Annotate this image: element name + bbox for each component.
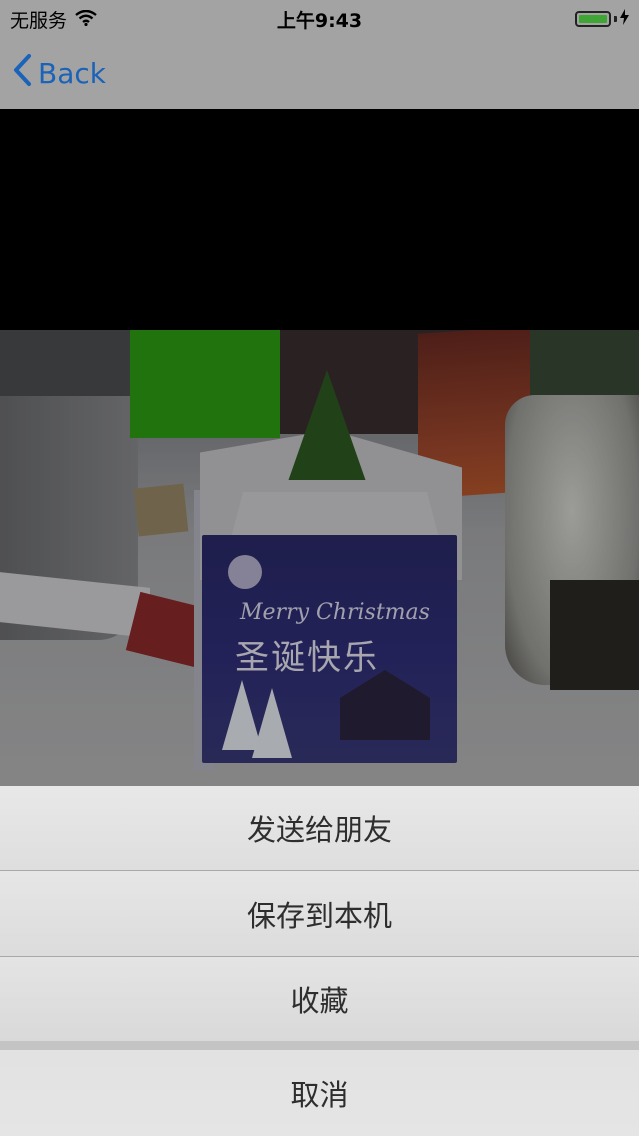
battery-tip	[614, 16, 617, 22]
battery-icon	[575, 11, 611, 27]
battery-indicator	[575, 9, 629, 29]
status-time: 上午9:43	[276, 10, 363, 32]
action-sheet: 发送给朋友 保存到本机 收藏 取消	[0, 786, 639, 1136]
back-label: Back	[38, 56, 106, 90]
battery-fill	[579, 15, 607, 23]
favorite-button[interactable]: 收藏	[0, 957, 639, 1041]
back-button[interactable]: Back	[12, 53, 106, 93]
navigation-bar: Back	[0, 36, 639, 109]
dim-overlay	[0, 330, 639, 786]
send-to-friend-button[interactable]: 发送给朋友	[0, 786, 639, 870]
save-to-device-button[interactable]: 保存到本机	[0, 871, 639, 956]
chevron-left-icon	[12, 53, 32, 94]
cancel-button[interactable]: 取消	[0, 1050, 639, 1136]
image-letterbox	[0, 109, 639, 330]
cancel-gap	[0, 1041, 639, 1050]
status-bar: 无服务 上午9:43	[0, 0, 639, 36]
charging-bolt-icon	[620, 9, 629, 29]
